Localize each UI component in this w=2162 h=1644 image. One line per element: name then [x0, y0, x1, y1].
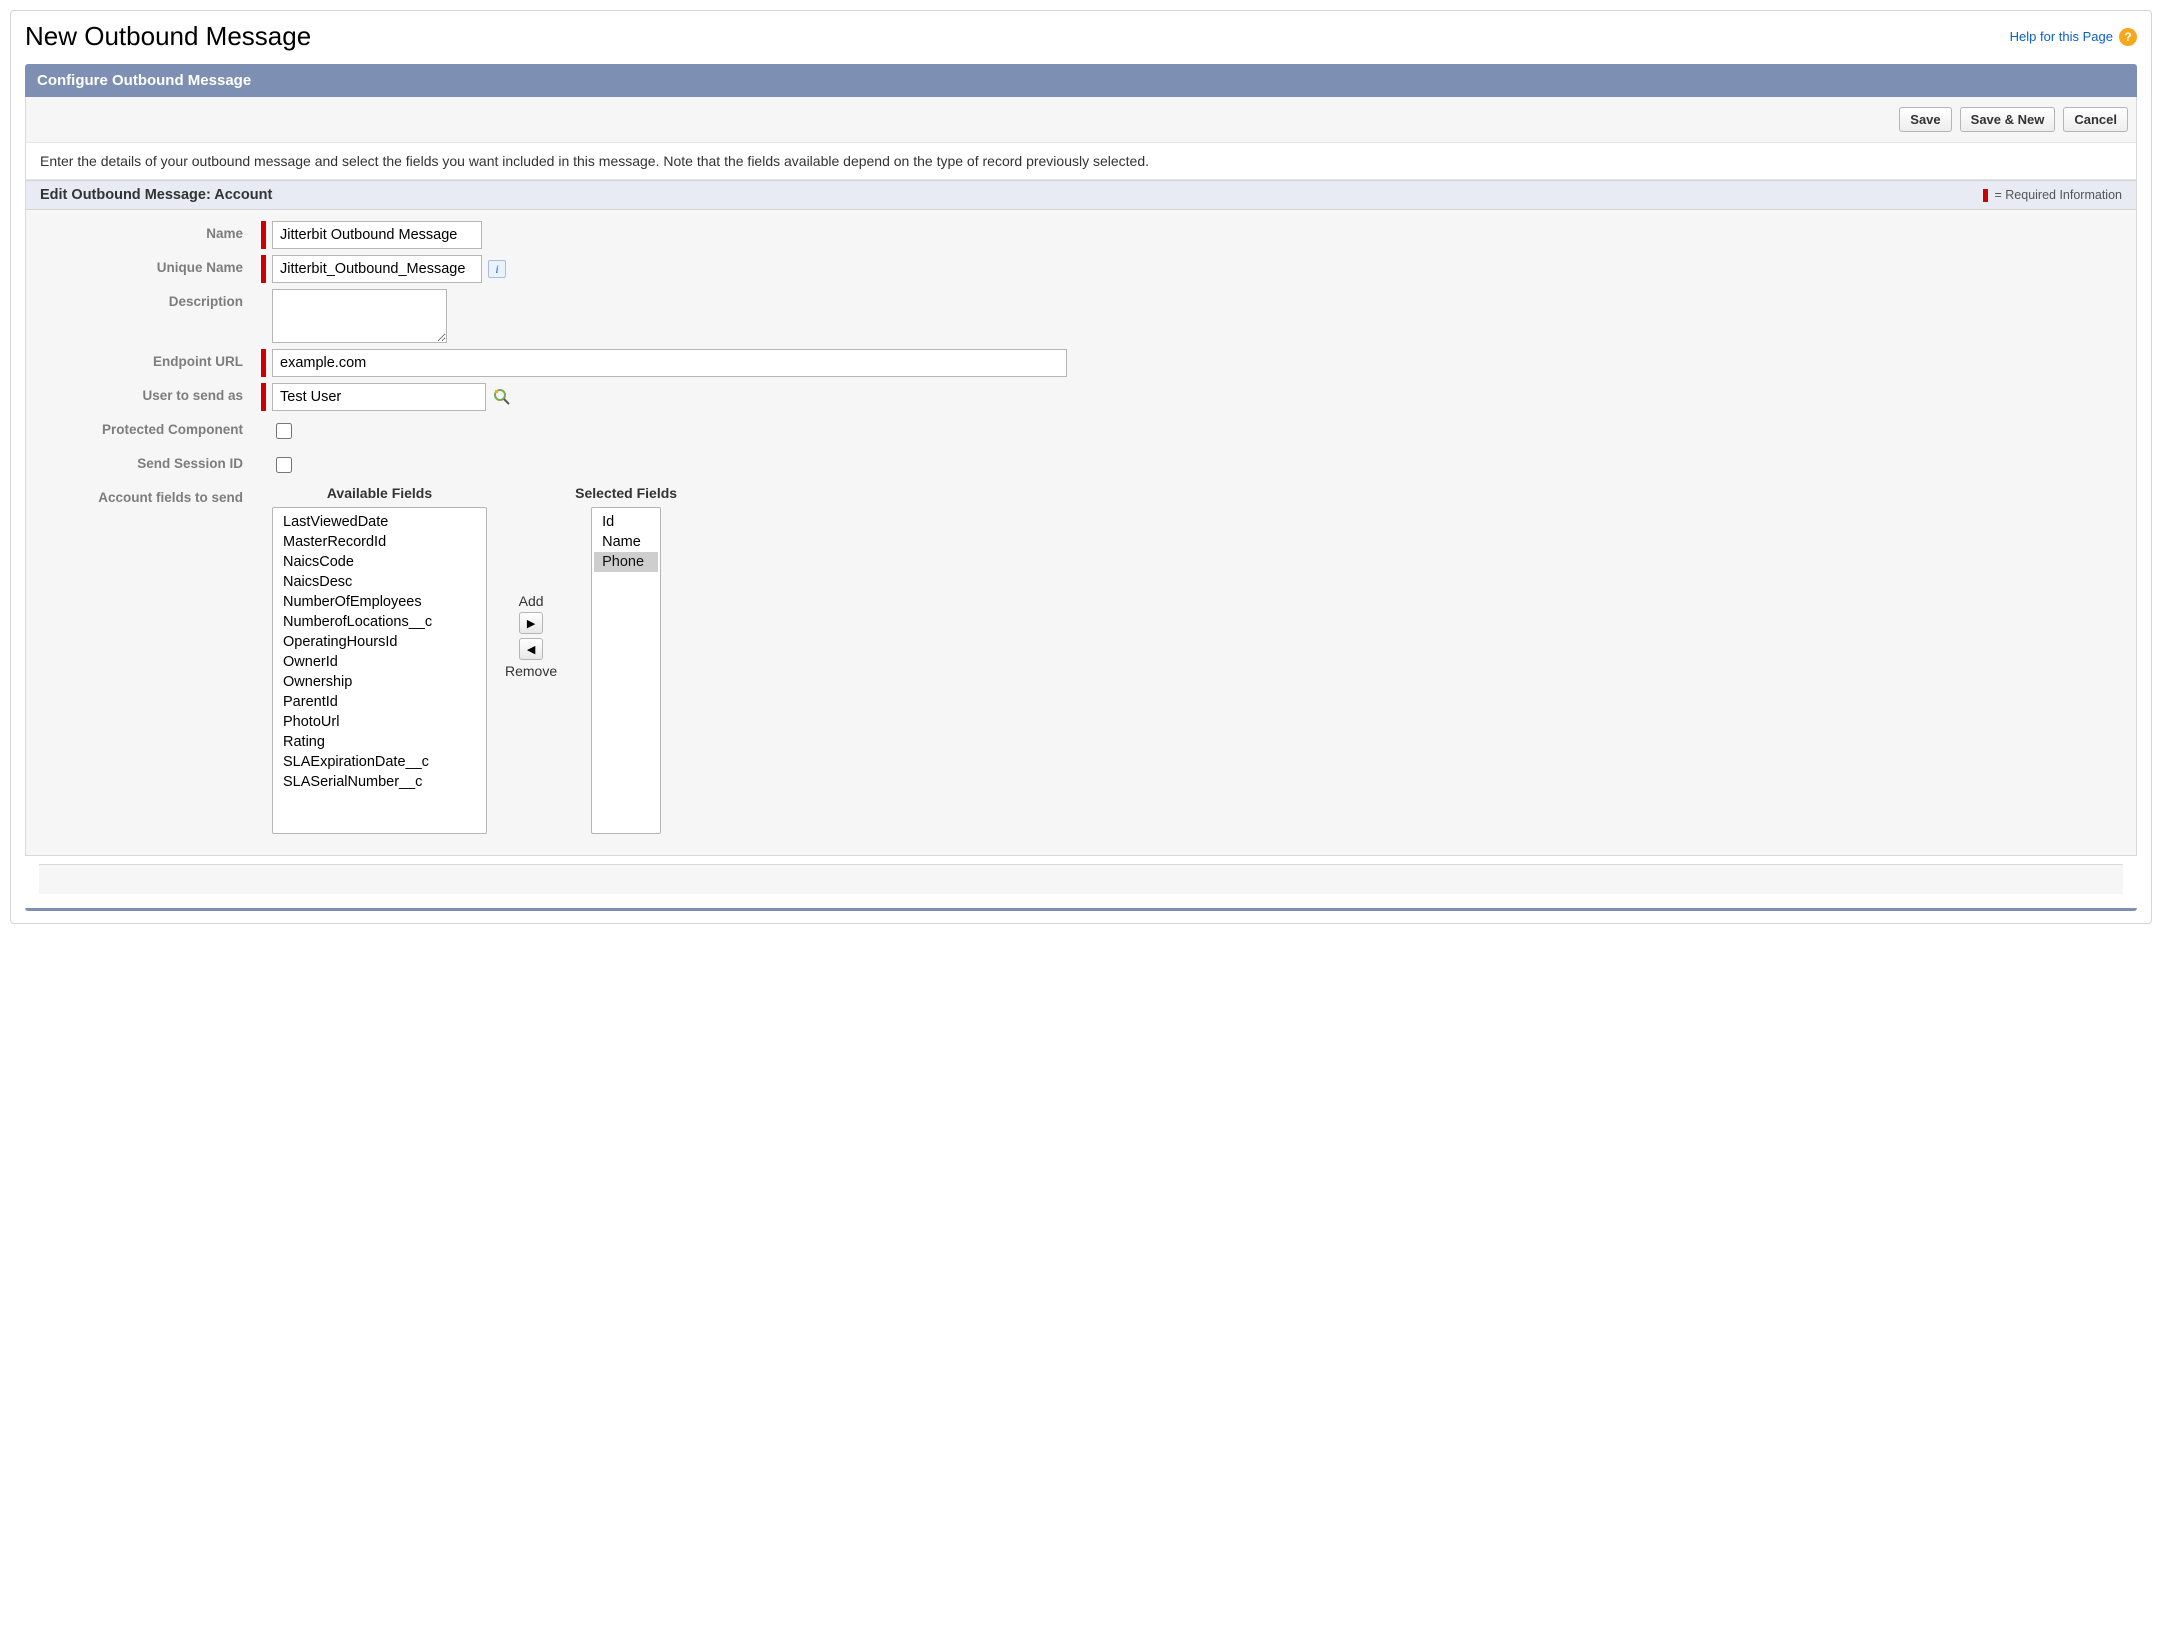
list-item[interactable]: SLASerialNumber__c: [275, 772, 484, 792]
list-item[interactable]: LastViewedDate: [275, 512, 484, 532]
required-bar-icon: [261, 221, 266, 249]
endpoint-input[interactable]: [272, 349, 1067, 377]
remove-label: Remove: [505, 663, 557, 679]
unique-name-label: Unique Name: [26, 255, 261, 275]
required-text: = Required Information: [1994, 188, 2122, 202]
list-item[interactable]: OwnerId: [275, 652, 484, 672]
panel: Save Save & New Cancel Enter the details…: [25, 97, 2137, 856]
available-fields-select[interactable]: LastViewedDateMasterRecordIdNaicsCodeNai…: [272, 507, 487, 834]
save-new-button[interactable]: Save & New: [1960, 107, 2056, 132]
endpoint-label: Endpoint URL: [26, 349, 261, 369]
user-label: User to send as: [26, 383, 261, 403]
save-button[interactable]: Save: [1899, 107, 1951, 132]
help-link[interactable]: Help for this Page: [2010, 29, 2113, 44]
selected-title: Selected Fields: [575, 485, 677, 501]
page-title: New Outbound Message: [25, 21, 311, 52]
user-input[interactable]: [272, 383, 486, 411]
list-item[interactable]: Rating: [275, 732, 484, 752]
required-bar-icon: [261, 349, 266, 377]
list-item[interactable]: PhotoUrl: [275, 712, 484, 732]
lookup-icon[interactable]: [492, 387, 512, 407]
required-marker-icon: [1983, 189, 1988, 202]
list-item[interactable]: Phone: [594, 552, 658, 572]
edit-title: Edit Outbound Message: Account: [40, 187, 272, 203]
list-item[interactable]: NaicsCode: [275, 552, 484, 572]
session-checkbox[interactable]: [276, 457, 292, 473]
fields-label: Account fields to send: [26, 485, 261, 505]
session-label: Send Session ID: [26, 451, 261, 471]
remove-button[interactable]: ◀: [519, 638, 543, 660]
list-item[interactable]: ParentId: [275, 692, 484, 712]
name-input[interactable]: [272, 221, 482, 249]
list-item[interactable]: NumberofLocations__c: [275, 612, 484, 632]
list-item[interactable]: MasterRecordId: [275, 532, 484, 552]
unique-name-input[interactable]: [272, 255, 482, 283]
required-bar-icon: [261, 255, 266, 283]
edit-bar: Edit Outbound Message: Account = Require…: [26, 180, 2136, 210]
list-item[interactable]: Name: [594, 532, 658, 552]
available-title: Available Fields: [327, 485, 432, 501]
add-label: Add: [519, 593, 544, 609]
info-icon[interactable]: i: [488, 260, 506, 278]
add-button[interactable]: ▶: [519, 612, 543, 634]
section-bar: Configure Outbound Message: [25, 64, 2137, 97]
page-container: New Outbound Message Help for this Page …: [10, 10, 2152, 924]
help-icon[interactable]: ?: [2119, 28, 2137, 46]
list-item[interactable]: Id: [594, 512, 658, 532]
dual-list: Available Fields LastViewedDateMasterRec…: [272, 485, 677, 834]
description-textarea[interactable]: [272, 289, 447, 343]
footer-area: [39, 864, 2123, 894]
list-item[interactable]: SLAExpirationDate__c: [275, 752, 484, 772]
selected-fields-select[interactable]: IdNamePhone: [591, 507, 661, 834]
required-bar-icon: [261, 383, 266, 411]
protected-label: Protected Component: [26, 417, 261, 437]
list-item[interactable]: NumberOfEmployees: [275, 592, 484, 612]
list-item[interactable]: NaicsDesc: [275, 572, 484, 592]
instructions: Enter the details of your outbound messa…: [26, 142, 2136, 180]
form-area: Name Unique Name i Description: [26, 210, 2136, 855]
header-row: New Outbound Message Help for this Page …: [11, 11, 2151, 58]
list-item[interactable]: Ownership: [275, 672, 484, 692]
protected-checkbox[interactable]: [276, 423, 292, 439]
name-label: Name: [26, 221, 261, 241]
cancel-button[interactable]: Cancel: [2063, 107, 2128, 132]
list-item[interactable]: OperatingHoursId: [275, 632, 484, 652]
description-label: Description: [26, 289, 261, 309]
required-info: = Required Information: [1983, 188, 2122, 202]
button-row: Save Save & New Cancel: [26, 97, 2136, 142]
